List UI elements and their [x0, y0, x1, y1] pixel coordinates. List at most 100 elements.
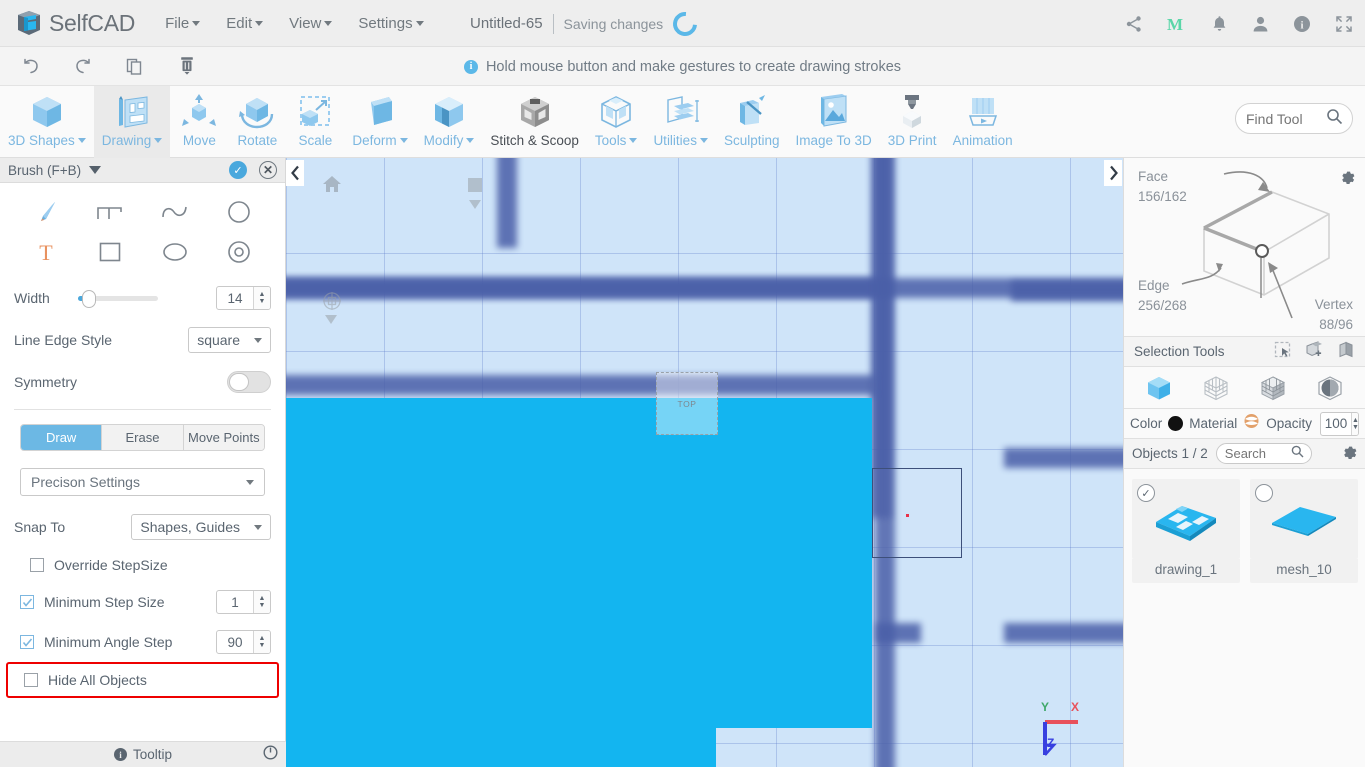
precision-settings-select[interactable]: Precison Settings [20, 468, 265, 496]
brush-freehand-icon[interactable] [14, 193, 78, 231]
minimum-step-size-checkbox[interactable] [20, 595, 34, 609]
collapse-right-panel-button[interactable] [1104, 160, 1122, 186]
width-slider[interactable] [77, 289, 158, 308]
fullscreen-icon[interactable] [1335, 15, 1353, 33]
ribbon-item-utilities[interactable]: Utilities [645, 86, 716, 158]
opacity-stepper[interactable]: ▲▼ [1320, 411, 1359, 436]
bell-icon[interactable] [1211, 15, 1228, 33]
copy-icon[interactable] [122, 54, 148, 78]
ribbon-item-animation[interactable]: Animation [945, 86, 1021, 158]
view-orientation-tile[interactable]: TOP [656, 372, 718, 435]
chevron-down-icon[interactable] [89, 166, 102, 174]
app-logo[interactable]: SelfCAD [14, 8, 135, 38]
menu-file[interactable]: File [165, 15, 201, 32]
ribbon-item-image-to-3d[interactable]: Image To 3D [788, 86, 880, 158]
info-icon[interactable]: i [1293, 15, 1311, 33]
hide-all-objects-checkbox[interactable] [24, 673, 38, 687]
ribbon-item-move[interactable]: Move [170, 86, 228, 158]
chevron-down-icon[interactable] [469, 197, 481, 215]
document-title[interactable]: Untitled-65 [470, 15, 543, 32]
menu-edit[interactable]: Edit [226, 15, 264, 32]
objects-search[interactable] [1215, 443, 1312, 464]
search-icon[interactable] [1326, 108, 1343, 130]
symmetry-toggle[interactable] [227, 371, 271, 393]
delete-icon[interactable] [174, 54, 200, 78]
check-circle-icon[interactable]: ✓ [229, 161, 247, 179]
add-object-select-icon[interactable] [1305, 340, 1323, 363]
share-icon[interactable] [1125, 15, 1143, 33]
minimum-angle-step-stepper[interactable]: ▲▼ [216, 630, 271, 654]
menu-settings[interactable]: Settings [358, 15, 424, 32]
ribbon-item-modify[interactable]: Modify [416, 86, 483, 158]
select-face-icon[interactable] [1253, 371, 1293, 405]
brush-ring-icon[interactable] [207, 233, 271, 271]
objects-count: Objects 1 / 2 [1132, 446, 1208, 461]
mode-erase-button[interactable]: Erase [102, 425, 184, 450]
multi-object-select-icon[interactable] [1337, 341, 1355, 363]
select-object-icon[interactable] [1139, 371, 1179, 405]
stepper-arrows[interactable]: ▲ ▼ [253, 591, 270, 613]
brush-circle-icon[interactable] [207, 193, 271, 231]
brush-text-icon[interactable]: T [14, 233, 78, 271]
stepper-arrows[interactable]: ▲ ▼ [1351, 412, 1359, 435]
material-sphere-icon[interactable] [1243, 413, 1260, 434]
ribbon-item-sculpting[interactable]: Sculpting [716, 86, 788, 158]
width-input[interactable] [217, 290, 253, 306]
rect-select-icon[interactable] [1274, 341, 1291, 363]
minimum-step-size-stepper[interactable]: ▲▼ [216, 590, 271, 614]
3d-viewport[interactable]: TOP [286, 158, 1123, 767]
list-item[interactable]: mesh_10 [1250, 479, 1358, 583]
find-tool-input[interactable] [1246, 110, 1320, 127]
redo-icon[interactable] [70, 54, 96, 78]
object-thumbnail[interactable]: ✓ [1132, 479, 1240, 559]
list-item[interactable]: ✓ drawing_1 [1132, 479, 1240, 583]
home-icon[interactable] [322, 174, 342, 199]
ribbon-item-drawing[interactable]: Drawing [93, 86, 171, 158]
opacity-input[interactable] [1321, 416, 1352, 431]
power-icon[interactable] [263, 744, 278, 765]
select-edge-icon[interactable] [1310, 371, 1350, 405]
object-thumbnail[interactable] [1250, 479, 1358, 559]
brush-ellipse-icon[interactable] [143, 233, 207, 271]
ribbon-item-tools[interactable]: Tools [587, 86, 646, 158]
select-vertex-icon[interactable] [1196, 371, 1236, 405]
gear-icon[interactable] [1341, 443, 1357, 464]
object-selected-checkbox[interactable]: ✓ [1137, 484, 1155, 502]
objects-search-input[interactable] [1224, 446, 1287, 461]
selection-rectangle[interactable] [872, 468, 962, 558]
minimum-angle-step-input[interactable] [217, 634, 253, 650]
stepper-arrows[interactable]: ▲ ▼ [253, 631, 270, 653]
snap-to-select[interactable]: Shapes, Guides [131, 514, 271, 540]
chevron-down-icon[interactable] [325, 312, 337, 330]
width-stepper[interactable]: ▲▼ [216, 286, 271, 310]
brush-rectangle-icon[interactable] [78, 233, 142, 271]
object-selected-checkbox[interactable] [1255, 484, 1273, 502]
ribbon-item-stitch-scoop[interactable]: Stitch & Scoop [482, 86, 587, 158]
menu-view[interactable]: View [289, 15, 333, 32]
undo-icon[interactable] [18, 54, 44, 78]
line-edge-style-select[interactable]: square [188, 327, 271, 353]
x-circle-icon[interactable]: ✕ [259, 161, 277, 179]
view-cube-icon[interactable] [466, 176, 484, 199]
minimum-angle-step-checkbox[interactable] [20, 635, 34, 649]
medium-logo-icon[interactable]: M [1167, 15, 1187, 33]
mode-draw-button[interactable]: Draw [21, 425, 103, 450]
ribbon-item-3d-shapes[interactable]: 3D Shapes [0, 86, 94, 158]
color-swatch[interactable] [1168, 416, 1184, 431]
wall-segment [497, 158, 517, 248]
ribbon-item-3d-print[interactable]: 3D Print [880, 86, 945, 158]
find-tool-search[interactable] [1235, 103, 1353, 134]
override-stepsize-checkbox[interactable] [30, 558, 44, 572]
brush-curve-icon[interactable] [143, 193, 207, 231]
ribbon-item-deform[interactable]: Deform [344, 86, 415, 158]
stepper-arrows[interactable]: ▲ ▼ [253, 287, 270, 309]
ribbon-item-scale[interactable]: Scale [286, 86, 344, 158]
search-icon[interactable] [1291, 445, 1304, 463]
slider-handle[interactable] [81, 289, 96, 308]
ribbon-item-rotate[interactable]: Rotate [228, 86, 286, 158]
user-icon[interactable] [1252, 15, 1269, 33]
brush-polyline-icon[interactable] [78, 193, 142, 231]
mode-move-points-button[interactable]: Move Points [183, 425, 264, 450]
collapse-left-panel-button[interactable] [286, 160, 304, 186]
minimum-step-size-input[interactable] [217, 594, 253, 610]
